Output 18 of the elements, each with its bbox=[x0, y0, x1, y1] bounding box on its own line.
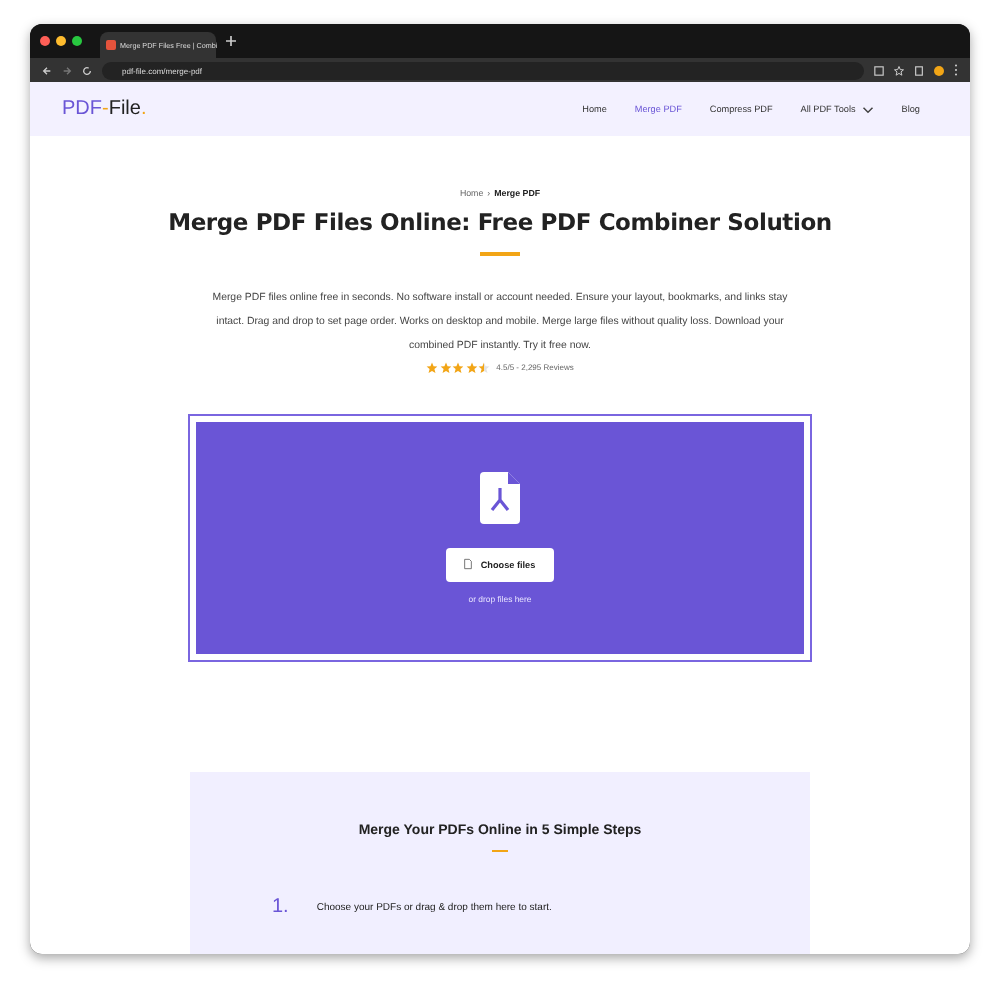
pdf-file-icon bbox=[480, 471, 520, 523]
chevron-down-icon[interactable] bbox=[861, 105, 874, 113]
star-bookmark-icon[interactable] bbox=[894, 65, 904, 75]
page-title: Merge PDF Files Online: Free PDF Combiner Solution bbox=[168, 208, 832, 236]
extension-icon[interactable] bbox=[934, 65, 944, 75]
file-icon bbox=[464, 558, 473, 570]
step-number: 1. bbox=[272, 896, 289, 918]
reload-icon[interactable] bbox=[82, 65, 92, 75]
minimize-window-icon[interactable] bbox=[56, 36, 66, 46]
back-icon[interactable] bbox=[42, 65, 52, 75]
translate-icon[interactable] bbox=[874, 65, 884, 75]
forward-icon[interactable] bbox=[62, 65, 72, 75]
clipboard-icon[interactable] bbox=[914, 65, 924, 75]
close-window-icon[interactable] bbox=[40, 36, 50, 46]
pdf-favicon-icon bbox=[106, 40, 116, 50]
new-tab-icon[interactable] bbox=[226, 36, 236, 46]
site-logo[interactable]: PDF-File. bbox=[62, 98, 147, 120]
maximize-window-icon[interactable] bbox=[72, 36, 82, 46]
